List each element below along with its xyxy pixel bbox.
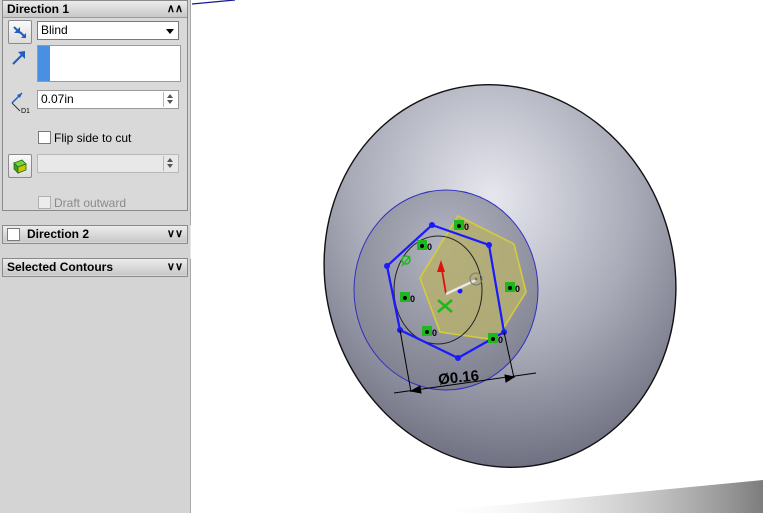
direction1-group: Direction 1 ∧∧ Blind D1 0.07in Flip side…: [2, 0, 188, 211]
reverse-direction-button[interactable]: [8, 20, 32, 44]
flip-side-label: Flip side to cut: [54, 131, 132, 145]
chevron-down-icon[interactable]: ∨∨: [167, 226, 183, 242]
collapse-up-icon[interactable]: ∧∧: [167, 1, 183, 17]
selected-contours-title: Selected Contours: [7, 260, 114, 274]
direction2-title: Direction 2: [27, 227, 90, 241]
chevron-down-icon[interactable]: ∨∨: [167, 259, 183, 275]
draft-outward-checkbox[interactable]: [38, 196, 51, 209]
direction1-title: Direction 1: [7, 2, 70, 16]
floor-shadow: [420, 480, 763, 513]
relation-label: 0: [432, 328, 437, 338]
depth-input[interactable]: 0.07in: [37, 90, 179, 109]
relation-label: 0: [464, 222, 469, 232]
end-condition-select[interactable]: Blind: [37, 21, 179, 40]
relation-label: 0: [515, 284, 520, 294]
direction-reference-field[interactable]: [37, 45, 181, 82]
direction-vector-icon: [9, 47, 31, 69]
relation-label: 0: [427, 242, 432, 252]
model-edge: [191, 0, 236, 5]
direction1-header[interactable]: Direction 1 ∧∧: [3, 1, 187, 18]
direction2-group[interactable]: Direction 2 ∨∨: [2, 225, 188, 244]
selection-color-swatch: [38, 46, 50, 81]
depth-icon-label: D1: [21, 108, 30, 115]
selected-contours-group[interactable]: Selected Contours ∨∨: [2, 258, 188, 277]
relation-label: 0: [410, 294, 415, 304]
draft-angle-stepper[interactable]: [163, 156, 177, 171]
draft-angle-input[interactable]: [37, 154, 179, 173]
chevron-down-icon: [166, 29, 174, 34]
relation-label: 0: [498, 335, 503, 345]
direction2-checkbox[interactable]: [7, 228, 20, 241]
property-manager: Direction 1 ∧∧ Blind D1 0.07in Flip side…: [0, 0, 191, 513]
graphics-area[interactable]: Ø0.16 000000: [191, 0, 763, 513]
draft-outward-label: Draft outward: [54, 196, 127, 210]
draft-toggle-button[interactable]: [8, 154, 32, 178]
flip-side-checkbox[interactable]: [38, 131, 51, 144]
depth-value: 0.07in: [41, 92, 74, 106]
depth-stepper[interactable]: [163, 92, 177, 107]
reverse-direction-icon: [13, 26, 26, 38]
model-view[interactable]: Ø0.16 000000: [191, 0, 763, 513]
end-condition-value: Blind: [41, 23, 68, 37]
draft-icon: [13, 159, 27, 174]
depth-icon: D1: [8, 89, 30, 115]
